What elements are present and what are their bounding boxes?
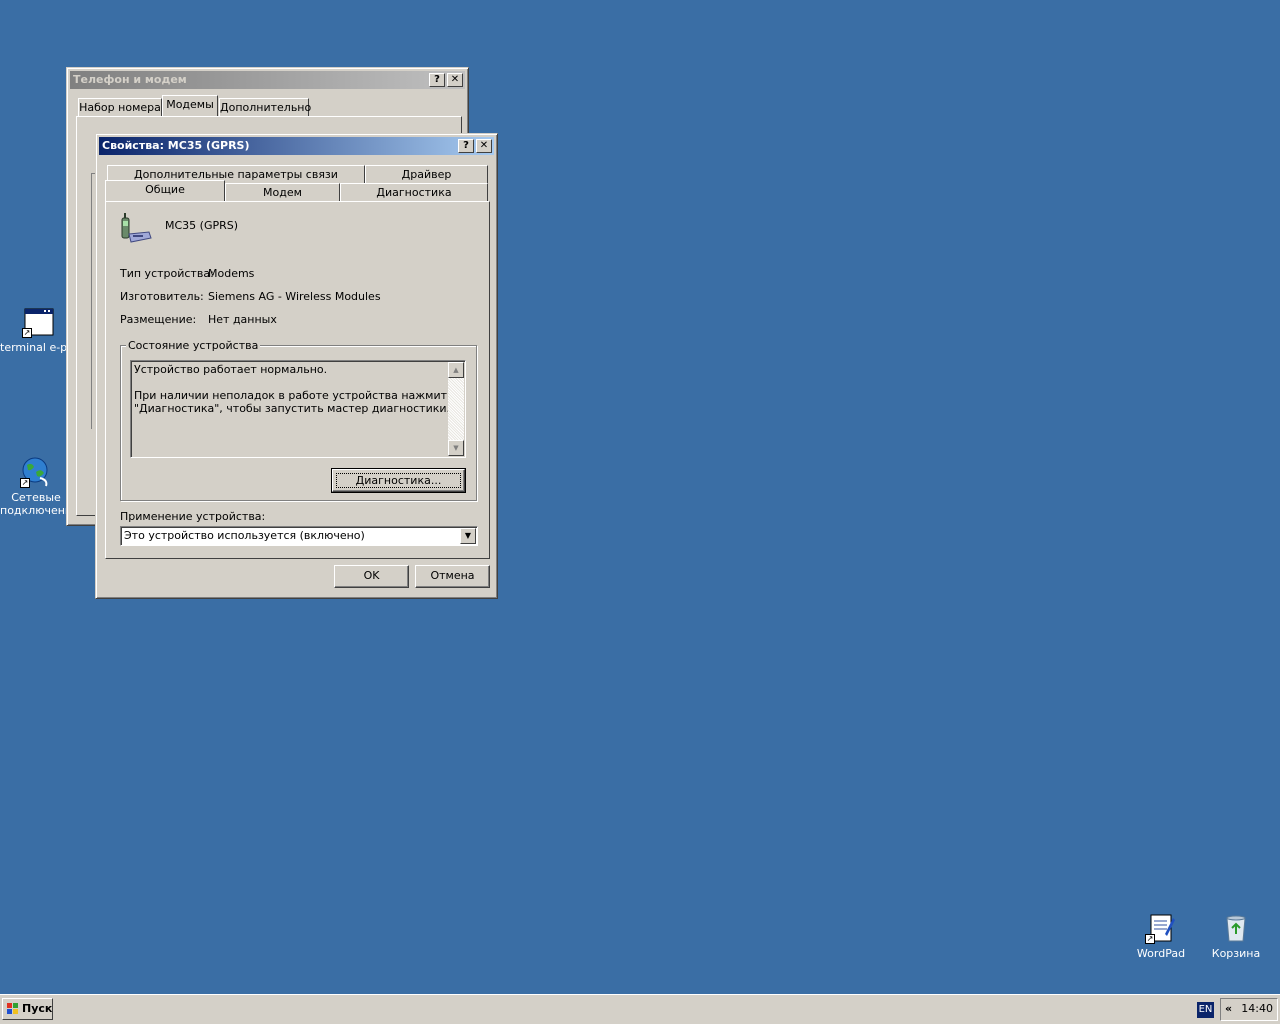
status-line: "Диагностика", чтобы запустить мастер ди… bbox=[134, 402, 451, 415]
phone-modem-titlebar[interactable]: Телефон и модем ? ✕ bbox=[70, 71, 465, 89]
desktop-icon-network[interactable]: ↗ Сетевые подключения bbox=[0, 456, 79, 517]
start-button[interactable]: Пуск bbox=[2, 998, 53, 1020]
scroll-up-button[interactable]: ▲ bbox=[448, 362, 464, 378]
close-button[interactable]: ✕ bbox=[447, 73, 463, 87]
app-window-icon: ↗ bbox=[22, 306, 54, 338]
help-button[interactable]: ? bbox=[458, 139, 474, 153]
diagnostics-button[interactable]: Диагностика... bbox=[331, 468, 466, 493]
scroll-down-button[interactable]: ▼ bbox=[448, 440, 464, 456]
modem-device-icon bbox=[119, 212, 153, 246]
desktop-icon-label: terminal e-port bbox=[0, 341, 66, 354]
diagnostics-button-label: Диагностика... bbox=[336, 473, 461, 488]
recycle-bin-icon bbox=[1220, 912, 1252, 944]
tray-expand-icon[interactable]: « bbox=[1225, 999, 1232, 1019]
manufacturer-label: Изготовитель: bbox=[120, 290, 204, 303]
modem-properties-window[interactable]: Свойства: MC35 (GPRS) ? ✕ Дополнительные… bbox=[95, 133, 498, 599]
device-type-label: Тип устройства: bbox=[120, 267, 214, 280]
general-tab-panel: MC35 (GPRS) Тип устройства: Modems Изгот… bbox=[105, 201, 490, 559]
tab-diagnostics[interactable]: Диагностика bbox=[340, 183, 488, 201]
desktop-icon-label: Сетевые подключения bbox=[0, 491, 79, 517]
window-title: Свойства: MC35 (GPRS) bbox=[102, 139, 250, 152]
taskbar: Пуск EN « 14:40 bbox=[0, 994, 1280, 1024]
language-indicator[interactable]: EN bbox=[1197, 1002, 1214, 1018]
tab-dialing[interactable]: Набор номера bbox=[78, 98, 162, 116]
dropdown-arrow-icon[interactable]: ▼ bbox=[460, 528, 476, 544]
status-line: Устройство работает нормально. bbox=[134, 363, 328, 376]
start-label: Пуск bbox=[22, 1002, 53, 1015]
location-label: Размещение: bbox=[120, 313, 197, 326]
device-status-group-title: Состояние устройства bbox=[126, 339, 261, 352]
desktop-icon-wordpad[interactable]: ↗ WordPad bbox=[1123, 912, 1199, 960]
status-line: При наличии неполадок в работе устройств… bbox=[134, 389, 447, 402]
tab-driver[interactable]: Драйвер bbox=[365, 165, 488, 183]
status-scrollbar[interactable]: ▲ ▼ bbox=[448, 362, 464, 456]
desktop-icon-terminal[interactable]: ↗ terminal e-port bbox=[0, 306, 76, 354]
window-title: Телефон и модем bbox=[73, 73, 187, 86]
device-status-text[interactable]: Устройство работает нормально. При налич… bbox=[130, 360, 466, 458]
desktop-icon-label: WordPad bbox=[1136, 947, 1186, 960]
system-tray: « 14:40 bbox=[1220, 998, 1278, 1021]
ok-button[interactable]: OK bbox=[334, 565, 409, 588]
device-type-value: Modems bbox=[208, 267, 255, 280]
shortcut-arrow-icon: ↗ bbox=[1145, 934, 1155, 944]
location-value: Нет данных bbox=[208, 313, 277, 326]
device-usage-value: Это устройство используется (включено) bbox=[124, 529, 365, 542]
wordpad-icon: ↗ bbox=[1145, 912, 1177, 944]
help-button[interactable]: ? bbox=[429, 73, 445, 87]
tab-modems[interactable]: Модемы bbox=[162, 95, 218, 116]
shortcut-arrow-icon: ↗ bbox=[20, 478, 30, 488]
windows-logo-icon bbox=[6, 1002, 20, 1016]
cancel-button[interactable]: Отмена bbox=[415, 565, 490, 588]
clock[interactable]: 14:40 bbox=[1241, 999, 1273, 1019]
properties-titlebar[interactable]: Свойства: MC35 (GPRS) ? ✕ bbox=[99, 137, 494, 155]
tab-modem[interactable]: Модем bbox=[225, 183, 340, 201]
tab-advanced[interactable]: Дополнительно bbox=[219, 98, 311, 116]
shortcut-arrow-icon: ↗ bbox=[22, 328, 32, 338]
device-usage-label: Применение устройства: bbox=[120, 510, 266, 523]
network-globe-icon: ↗ bbox=[20, 456, 52, 488]
close-button[interactable]: ✕ bbox=[476, 139, 492, 153]
manufacturer-value: Siemens AG - Wireless Modules bbox=[208, 290, 381, 303]
desktop-icon-recycle-bin[interactable]: Корзина bbox=[1198, 912, 1274, 960]
device-name: MC35 (GPRS) bbox=[165, 219, 239, 232]
tab-general[interactable]: Общие bbox=[105, 180, 225, 201]
device-usage-select[interactable]: Это устройство используется (включено) ▼ bbox=[120, 526, 478, 546]
desktop-icon-label: Корзина bbox=[1211, 947, 1261, 960]
